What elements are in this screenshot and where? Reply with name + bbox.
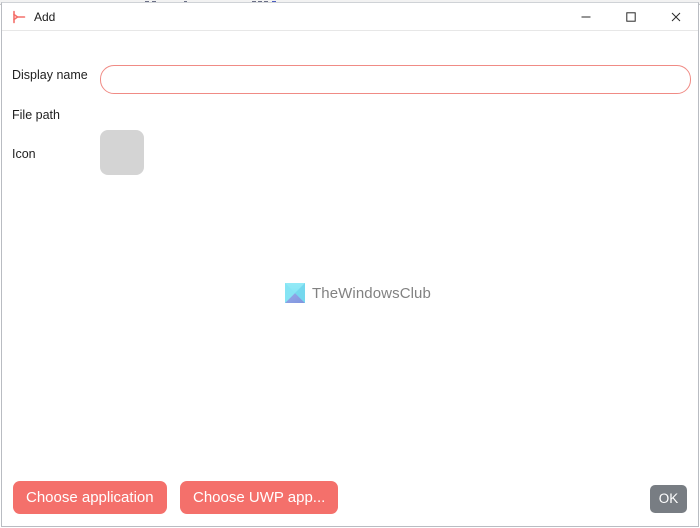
display-name-label: Display name — [12, 68, 88, 82]
thewindowsclub-logo-icon — [285, 283, 305, 303]
dialog-footer: Choose application Choose UWP app... OK — [2, 478, 698, 526]
minimize-button[interactable] — [563, 3, 608, 31]
dialog-body: Display name File path Icon TheWindowsCl… — [2, 31, 698, 478]
maximize-icon — [625, 12, 636, 22]
file-path-row: File path — [12, 109, 60, 122]
add-dialog-window: Add Display name File path Icon TheWindo… — [1, 2, 699, 527]
display-name-input[interactable] — [100, 65, 691, 94]
window-controls — [563, 3, 698, 31]
minimize-icon — [581, 16, 590, 18]
screenshot-root: Add Display name File path Icon TheWindo… — [0, 0, 700, 528]
close-icon — [671, 12, 680, 22]
ok-button[interactable]: OK — [650, 485, 687, 513]
watermark: TheWindowsClub — [285, 283, 431, 303]
watermark-text: TheWindowsClub — [312, 284, 431, 302]
window-title: Add — [34, 9, 56, 24]
display-name-row: Display name — [12, 69, 88, 82]
icon-preview-box[interactable] — [100, 130, 144, 175]
icon-label: Icon — [12, 147, 36, 161]
maximize-button[interactable] — [608, 3, 653, 31]
file-path-label: File path — [12, 108, 60, 122]
close-button[interactable] — [653, 3, 698, 31]
pin-marker-icon — [11, 9, 27, 25]
choose-application-button[interactable]: Choose application — [13, 481, 167, 514]
title-bar: Add — [2, 3, 698, 31]
title-bar-left: Add — [2, 9, 55, 25]
choose-uwp-app-button[interactable]: Choose UWP app... — [180, 481, 339, 514]
icon-row: Icon — [12, 148, 36, 161]
